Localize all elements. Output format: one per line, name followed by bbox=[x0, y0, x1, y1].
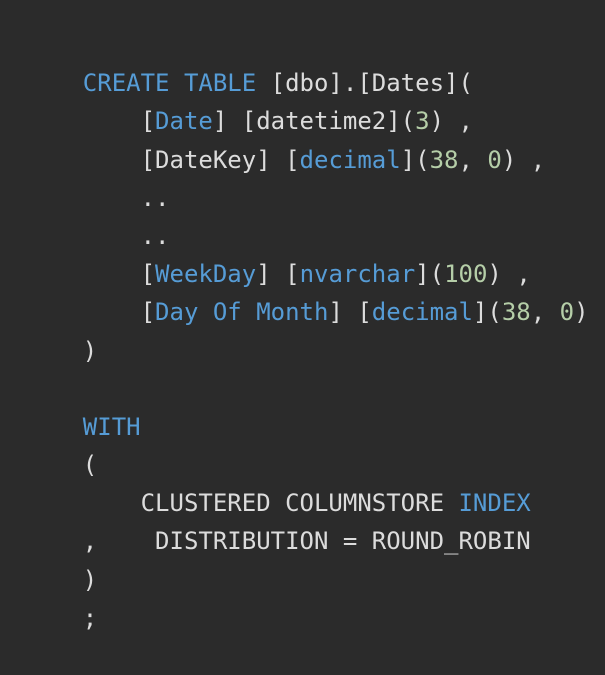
token: ; bbox=[82, 603, 98, 632]
token: .. bbox=[82, 221, 170, 250]
token: [DateKey] [ bbox=[82, 145, 300, 174]
token: ) bbox=[82, 565, 98, 594]
token: decimal bbox=[371, 298, 473, 327]
token: ]( bbox=[472, 298, 502, 327]
token: Day Of Month bbox=[155, 298, 329, 327]
code-line-1: CREATE TABLE [dbo].[Dates]( bbox=[25, 26, 605, 97]
token: decimal bbox=[299, 145, 401, 174]
token: ] [ bbox=[328, 298, 372, 327]
token: INDEX bbox=[458, 489, 531, 518]
token: [ bbox=[82, 298, 156, 327]
token: ) , bbox=[429, 107, 473, 136]
code-line-12: CLUSTERED COLUMNSTORE INDEX bbox=[25, 446, 605, 517]
token: ] [ bbox=[256, 260, 300, 289]
token: 100 bbox=[444, 260, 488, 289]
token: 38 bbox=[501, 298, 531, 327]
token: [ bbox=[82, 107, 156, 136]
token: 0 bbox=[559, 298, 575, 327]
token: 3 bbox=[415, 107, 430, 136]
token: , bbox=[458, 145, 488, 174]
code-line-10: WITH bbox=[25, 370, 605, 441]
token: ] [datetime2]( bbox=[212, 107, 416, 136]
token: CREATE TABLE bbox=[82, 69, 257, 98]
token: [ bbox=[82, 260, 156, 289]
token: 38 bbox=[429, 145, 459, 174]
token: , DISTRIBUTION = ROUND_ROBIN bbox=[82, 527, 531, 556]
token: Date bbox=[155, 107, 213, 136]
token: ]( bbox=[415, 260, 445, 289]
token: ) , bbox=[487, 260, 531, 289]
token: 0 bbox=[487, 145, 502, 174]
token: .. bbox=[82, 183, 170, 212]
token: nvarchar bbox=[299, 260, 416, 289]
token: ) bbox=[574, 298, 589, 327]
code-line-15: ; bbox=[25, 561, 605, 632]
token: ) , bbox=[501, 145, 546, 174]
token: CLUSTERED COLUMNSTORE bbox=[82, 489, 459, 518]
token: , bbox=[530, 298, 560, 327]
token: WITH bbox=[82, 412, 141, 441]
token: ]( bbox=[400, 145, 430, 174]
token: ) bbox=[82, 336, 98, 365]
sql-code-editor[interactable]: CREATE TABLE [dbo].[Dates]( [Date] [date… bbox=[0, 0, 605, 632]
token: WeekDay bbox=[155, 260, 257, 289]
token: [dbo].[Dates]( bbox=[256, 69, 473, 98]
token: ( bbox=[82, 451, 98, 480]
